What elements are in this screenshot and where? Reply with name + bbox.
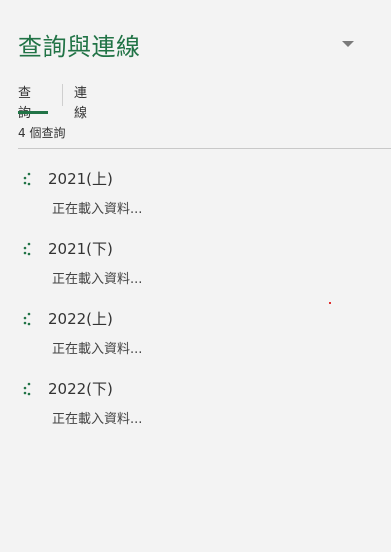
tab-connections-label: 連線 xyxy=(74,86,88,121)
query-list: 2021(上) 正在載入資料... 2021(下) 正在載入資料... 2022… xyxy=(18,168,378,448)
query-name: 2021(上) xyxy=(48,170,113,188)
queries-connections-pane: 查詢與連線 查詢 連線 4 個查詢 2021(上) 正在載入資料... xyxy=(0,0,391,552)
tab-divider xyxy=(62,84,63,106)
query-count: 4 個查詢 xyxy=(18,126,66,140)
chevron-down-icon xyxy=(342,41,354,47)
query-status: 正在載入資料... xyxy=(52,202,143,217)
query-item[interactable]: 2021(下) 正在載入資料... xyxy=(18,238,378,308)
pane-title: 查詢與連線 xyxy=(18,33,141,61)
tab-queries-label: 查詢 xyxy=(18,86,32,121)
loading-spinner-icon xyxy=(23,172,31,186)
tab-queries[interactable]: 查詢 xyxy=(18,84,48,124)
loading-spinner-icon xyxy=(23,312,31,326)
query-name: 2022(下) xyxy=(48,380,113,398)
query-status: 正在載入資料... xyxy=(52,272,143,287)
pane-options-button[interactable] xyxy=(340,38,356,50)
query-name: 2022(上) xyxy=(48,310,113,328)
loading-spinner-icon xyxy=(23,242,31,256)
query-item[interactable]: 2021(上) 正在載入資料... xyxy=(18,168,378,238)
query-item[interactable]: 2022(上) 正在載入資料... xyxy=(18,308,378,378)
loading-spinner-icon xyxy=(23,382,31,396)
stray-dot xyxy=(329,302,331,304)
query-status: 正在載入資料... xyxy=(52,342,143,357)
query-item[interactable]: 2022(下) 正在載入資料... xyxy=(18,378,378,448)
query-status: 正在載入資料... xyxy=(52,412,143,427)
tab-connections[interactable]: 連線 xyxy=(74,84,87,124)
query-name: 2021(下) xyxy=(48,240,113,258)
divider xyxy=(18,148,391,149)
active-tab-indicator xyxy=(18,111,48,114)
